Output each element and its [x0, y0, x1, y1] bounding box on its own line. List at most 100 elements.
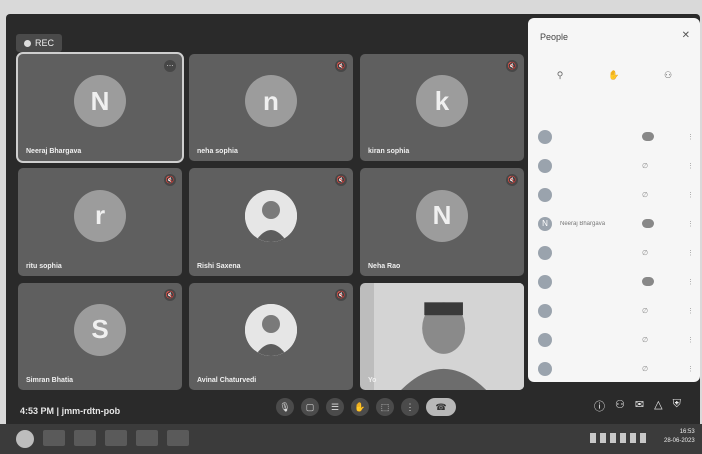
video-feed: [374, 282, 524, 390]
taskbar-app-icon[interactable]: [167, 430, 189, 446]
end-call-button[interactable]: ☎: [426, 398, 456, 416]
participant-name: Yo: [368, 377, 377, 384]
mic-button[interactable]: 🎙: [276, 398, 294, 416]
taskbar-app-icon[interactable]: [136, 430, 158, 446]
avatar: [538, 303, 552, 318]
mic-muted-icon: 🔇: [335, 174, 347, 187]
avatar: [538, 361, 552, 376]
mic-muted-icon: 🔇: [335, 288, 347, 301]
meeting-separator: |: [56, 406, 60, 416]
taskbar-app-icon[interactable]: [74, 430, 96, 446]
speaking-badge-icon: [642, 219, 654, 228]
tray-icon[interactable]: [600, 433, 606, 443]
participant-list-item[interactable]: N Neeraj Bhargava ⋮: [538, 209, 694, 238]
participant-tile[interactable]: S 🔇 Simran Bhatia: [18, 282, 182, 390]
participant-list-item[interactable]: ⋮: [538, 267, 694, 296]
taskbar-app-icon[interactable]: [105, 430, 127, 446]
tab-people-2[interactable]: ✋: [590, 70, 638, 87]
speaking-icon: ⋯: [164, 60, 176, 72]
participant-tile[interactable]: n 🔇 neha sophia: [189, 54, 353, 162]
taskbar-clock[interactable]: 16:53 28-06-2023: [664, 428, 695, 446]
people-panel: People ✕ ⚲ ✋ ⚇ ⋮ ∅ ⋮ ∅ ⋮ N Neeraj Bhargava ⋮ ∅ ⋮ ⋮…: [528, 18, 700, 382]
participant-list-item[interactable]: ⋮: [538, 122, 694, 151]
tray-icon[interactable]: [590, 433, 596, 443]
avatar: N: [538, 216, 552, 231]
avatar: [538, 158, 552, 173]
avatar: S: [74, 303, 126, 356]
captions-button[interactable]: ☰: [326, 398, 344, 416]
mic-muted-icon: ∅: [642, 336, 649, 344]
speaking-badge-icon: [642, 277, 654, 286]
close-icon[interactable]: ✕: [682, 30, 690, 41]
avatar: n: [245, 75, 297, 128]
tab-people-3[interactable]: ⚇: [644, 70, 692, 87]
more-vert-icon[interactable]: ⋮: [687, 365, 694, 373]
tab-people-1[interactable]: ⚲: [536, 70, 584, 87]
participant-name: Neeraj Bhargava: [26, 148, 82, 156]
participant-tile[interactable]: Yo: [360, 282, 524, 390]
participant-list-name: Neeraj Bhargava: [560, 220, 606, 227]
participant-list-item[interactable]: ∅ ⋮: [538, 325, 694, 354]
host-controls-icon[interactable]: ⛨: [673, 398, 681, 414]
participant-tile[interactable]: N 🔇 Neha Rao: [360, 168, 524, 276]
avatar: [538, 187, 552, 202]
taskbar-app-icon[interactable]: [43, 430, 65, 446]
avatar: r: [74, 189, 126, 242]
tray-icon[interactable]: [640, 433, 646, 443]
clock-time: 16:53: [679, 429, 695, 435]
raise-hand-button[interactable]: ✋: [351, 398, 369, 416]
participant-name: Avinal Chaturvedi: [197, 377, 257, 384]
hand-icon: ✋: [608, 70, 620, 80]
more-vert-icon[interactable]: ⋮: [687, 249, 694, 257]
mic-muted-icon: 🔇: [335, 60, 347, 72]
participant-list-item[interactable]: ∅ ⋮: [538, 151, 694, 180]
participant-tile[interactable]: k 🔇 kiran sophia: [360, 54, 524, 162]
mic-muted-icon: ∅: [642, 191, 649, 199]
meeting-time: 4:53 PM: [20, 406, 55, 416]
participant-tile[interactable]: r 🔇 ritu sophia: [18, 168, 182, 276]
participant-list-item[interactable]: ∅ ⋮: [538, 180, 694, 209]
more-vert-icon[interactable]: ⋮: [687, 191, 694, 199]
clock-date: 28-06-2023: [664, 438, 695, 444]
side-controls: ⓘ ⚇ ✉ △ ⛨: [594, 398, 681, 414]
meeting-info: 4:53 PM | jmm-rdtn-pob: [20, 406, 120, 416]
participant-tile[interactable]: 🔇 Rishi Saxena: [189, 168, 353, 276]
avatar: N: [416, 189, 468, 242]
meeting-window: REC N ⋯ Neeraj Bhargava n 🔇 neha sophia k 🔇 kira…: [6, 14, 700, 444]
participant-list: ⋮ ∅ ⋮ ∅ ⋮ N Neeraj Bhargava ⋮ ∅ ⋮ ⋮ ∅ ⋮ ∅ ⋮ ∅ ⋮: [538, 122, 694, 383]
people-tabs: ⚲ ✋ ⚇: [536, 70, 692, 87]
avatar-photo: [245, 189, 297, 242]
call-controls: 🎙 ▢ ☰ ✋ ⬚ ⋮ ☎: [276, 398, 456, 416]
more-vert-icon[interactable]: ⋮: [687, 220, 694, 228]
activities-icon[interactable]: △: [654, 398, 662, 414]
more-vert-icon[interactable]: ⋮: [687, 278, 694, 286]
start-icon[interactable]: [16, 430, 34, 448]
tray-icon[interactable]: [620, 433, 626, 443]
more-vert-icon[interactable]: ⋮: [687, 133, 694, 141]
tray-icon[interactable]: [630, 433, 636, 443]
mic-muted-icon: ∅: [642, 307, 649, 315]
more-vert-icon[interactable]: ⋮: [687, 162, 694, 170]
participant-list-item[interactable]: ∅ ⋮: [538, 354, 694, 383]
person-icon: ⚲: [556, 70, 564, 80]
info-icon[interactable]: ⓘ: [594, 398, 605, 414]
more-vert-icon[interactable]: ⋮: [687, 307, 694, 315]
chat-icon[interactable]: ✉: [635, 398, 644, 414]
people-icon[interactable]: ⚇: [615, 398, 625, 414]
participant-tile[interactable]: 🔇 Avinal Chaturvedi: [189, 282, 353, 390]
participant-list-item[interactable]: ∅ ⋮: [538, 296, 694, 325]
present-button[interactable]: ⬚: [376, 398, 394, 416]
meeting-code: jmm-rdtn-pob: [61, 406, 121, 416]
more-vert-icon[interactable]: ⋮: [687, 336, 694, 344]
mic-muted-icon: 🔇: [506, 174, 518, 187]
more-options-button[interactable]: ⋮: [401, 398, 419, 416]
participant-tile[interactable]: N ⋯ Neeraj Bhargava: [16, 51, 184, 164]
participant-list-item[interactable]: ∅ ⋮: [538, 238, 694, 267]
participant-name: Simran Bhatia: [26, 377, 74, 384]
participant-name: neha sophia: [197, 148, 238, 156]
avatar-photo: [245, 303, 297, 356]
avatar: [538, 245, 552, 260]
tray-icon[interactable]: [610, 433, 616, 443]
camera-button[interactable]: ▢: [301, 398, 319, 416]
mic-muted-icon: 🔇: [164, 288, 176, 301]
